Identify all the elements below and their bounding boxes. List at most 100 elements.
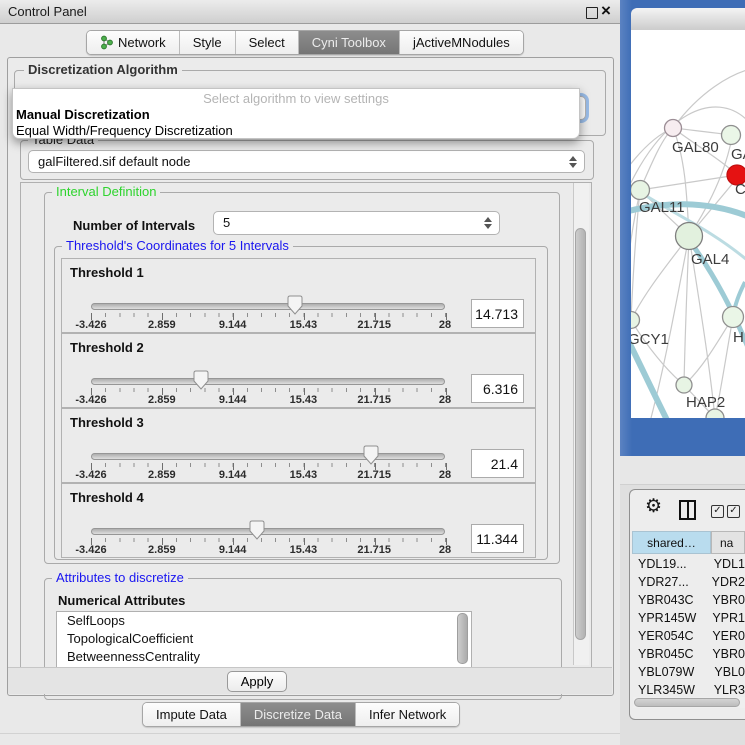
scale-label: 2.859 [148, 469, 176, 481]
split-panel-icon[interactable] [679, 500, 696, 520]
tab-infer-network-label: Infer Network [369, 704, 446, 726]
attributes-group-title: Attributes to discretize [52, 571, 188, 585]
table-row[interactable]: YPR145WYPR1 [632, 609, 745, 627]
cell-name[interactable]: YBL0 [707, 663, 745, 681]
number-of-intervals-label: Number of Intervals [73, 218, 195, 233]
threshold-3-value-field[interactable]: 21.4 [471, 449, 524, 478]
table-row[interactable]: YBR045CYBR0 [632, 645, 745, 663]
cell-name[interactable]: YPR1 [705, 609, 745, 627]
threshold-4-value-field[interactable]: 11.344 [471, 524, 524, 553]
cell-shared-name[interactable]: YBL079W [632, 663, 707, 681]
network-node[interactable] [676, 223, 703, 250]
network-node[interactable] [722, 126, 741, 145]
cell-shared-name[interactable]: YBR043C [632, 591, 705, 609]
threshold-1-slider-track[interactable] [91, 303, 445, 310]
network-node-label: GAL80 [672, 139, 719, 156]
algorithm-dropdown-popup: Select algorithm to view settings Manual… [12, 88, 580, 139]
combo-arrows-icon [483, 217, 492, 229]
threshold-2-value-field[interactable]: 6.316 [471, 374, 524, 403]
scale-label: 15.43 [290, 469, 318, 481]
threshold-2-slider-thumb[interactable] [193, 370, 209, 390]
control-panel-titlebar: Control Panel × [0, 0, 620, 24]
cell-shared-name[interactable]: YER054C [632, 627, 705, 645]
scale-label: -3.426 [75, 319, 106, 331]
threshold-4-slider-thumb[interactable] [249, 520, 265, 540]
cell-shared-name[interactable]: YBR045C [632, 645, 705, 663]
cell-name[interactable]: YDL1 [707, 555, 745, 573]
dropdown-option-manual[interactable]: Manual Discretization [16, 107, 150, 122]
tab-infer-network[interactable]: Infer Network [355, 703, 459, 726]
threshold-3-slider-thumb[interactable] [363, 445, 379, 465]
checkbox-icon[interactable]: ✓ [727, 505, 740, 518]
scale-label: 2.859 [148, 319, 176, 331]
tab-cyni-toolbox[interactable]: Cyni Toolbox [298, 31, 399, 54]
apply-bar [8, 667, 612, 694]
settings-scrollbar-thumb[interactable] [575, 228, 586, 640]
close-icon[interactable]: × [601, 1, 611, 21]
apply-button[interactable]: Apply [227, 671, 287, 692]
cell-name[interactable]: YER0 [705, 627, 745, 645]
cell-shared-name[interactable]: YDL19... [632, 555, 707, 573]
combo-arrows-icon [568, 156, 577, 168]
threshold-3-slider-track[interactable] [91, 453, 445, 460]
number-of-intervals-combobox[interactable]: 5 [213, 211, 500, 235]
threshold-2-slider-track[interactable] [91, 378, 445, 385]
threshold-2-panel: Threshold 2 -3.4262.8599.14415.4321.7152… [61, 333, 536, 408]
table-row[interactable]: YLR345WYLR3 [632, 681, 745, 696]
float-window-icon[interactable] [586, 7, 598, 19]
network-node[interactable] [631, 181, 650, 200]
table-hscrollbar-thumb[interactable] [634, 698, 740, 707]
scale-label: 2.859 [148, 394, 176, 406]
network-icon [100, 35, 113, 50]
gear-icon[interactable]: ⚙ [645, 496, 662, 518]
threshold-1-label: Threshold 1 [70, 265, 144, 280]
numerical-attributes-label: Numerical Attributes [58, 593, 185, 608]
attribute-list-item[interactable]: BetweennessCentrality [57, 648, 471, 666]
cell-shared-name[interactable]: YLR345W [632, 681, 707, 696]
cell-name[interactable]: YDR2 [705, 573, 745, 591]
dropdown-option-equal-width[interactable]: Equal Width/Frequency Discretization [16, 123, 233, 138]
scale-label: 28 [439, 544, 451, 556]
dropdown-hint: Select algorithm to view settings [13, 91, 579, 106]
scale-label: 15.43 [290, 319, 318, 331]
cell-shared-name[interactable]: YDR27... [632, 573, 705, 591]
threshold-1-value-field[interactable]: 14.713 [471, 299, 524, 328]
threshold-2-label: Threshold 2 [70, 340, 144, 355]
table-row[interactable]: YDR27...YDR2 [632, 573, 745, 591]
attribute-list-item[interactable]: TopologicalCoefficient [57, 630, 471, 648]
tab-impute-data[interactable]: Impute Data [143, 703, 240, 726]
cell-name[interactable]: YBR0 [705, 591, 745, 609]
tab-select[interactable]: Select [235, 31, 298, 54]
network-node[interactable] [676, 377, 692, 393]
attributes-list-scrollbar-thumb[interactable] [457, 613, 468, 664]
cell-shared-name[interactable]: YPR145W [632, 609, 705, 627]
table-row[interactable]: YER054CYER0 [632, 627, 745, 645]
network-canvas[interactable]: GAL80GACGAL11GAL4GCY1HHAP2 [631, 30, 745, 418]
column-header-shared-name[interactable]: shared… [632, 531, 711, 554]
tab-jactivemnodules[interactable]: jActiveMNodules [399, 31, 523, 54]
network-node[interactable] [723, 307, 744, 328]
checkbox-icon[interactable]: ✓ [711, 505, 724, 518]
network-node[interactable] [631, 312, 640, 329]
network-node[interactable] [665, 120, 682, 137]
table-row[interactable]: YBL079WYBL0 [632, 663, 745, 681]
table-data-combobox[interactable]: galFiltered.sif default node [28, 150, 585, 173]
tab-style[interactable]: Style [179, 31, 235, 54]
tab-discretize-data[interactable]: Discretize Data [240, 703, 355, 726]
scale-label: 28 [439, 394, 451, 406]
table-row[interactable]: YBR043CYBR0 [632, 591, 745, 609]
threshold-1-slider-thumb[interactable] [287, 295, 303, 315]
cell-name[interactable]: YBR0 [705, 645, 745, 663]
node-table-rows[interactable]: YDL19...YDL1YDR27...YDR2YBR043CYBR0YPR14… [632, 555, 745, 696]
cell-name[interactable]: YLR3 [707, 681, 745, 696]
scale-label: 2.859 [148, 544, 176, 556]
attribute-list-item[interactable]: SelfLoops [57, 612, 471, 630]
table-row[interactable]: YDL19...YDL1 [632, 555, 745, 573]
scale-label: 9.144 [219, 394, 247, 406]
tab-network[interactable]: Network [87, 31, 179, 54]
threshold-4-slider-track[interactable] [91, 528, 445, 535]
scale-label: 15.43 [290, 394, 318, 406]
network-node-label: HAP2 [686, 394, 725, 411]
interval-definition-group-title: Interval Definition [52, 185, 160, 199]
column-header-name[interactable]: na [711, 531, 745, 554]
